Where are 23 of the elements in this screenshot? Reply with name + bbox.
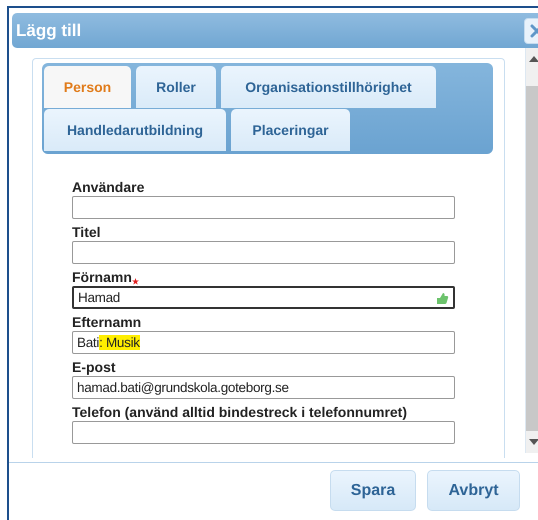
field-label: Telefon (använd alltid bindestreck i telefonnumret) <box>72 404 408 421</box>
input-field[interactable]: Bati: Musik <box>72 331 455 354</box>
save-button[interactable]: Spara <box>330 470 416 511</box>
input-field[interactable] <box>72 241 455 264</box>
field-label: E-post <box>72 359 117 376</box>
input-field[interactable] <box>72 421 455 444</box>
input-field[interactable] <box>72 196 455 219</box>
input-field[interactable]: hamad.bati@grundskola.goteborg.se <box>72 376 455 399</box>
tab[interactable]: Placeringar <box>231 109 350 151</box>
cancel-button[interactable]: Avbryt <box>427 470 520 511</box>
window-title: Lägg till <box>16 20 82 40</box>
scrollbar[interactable] <box>525 48 538 453</box>
required-icon <box>132 278 139 285</box>
tab[interactable]: Handledarutbildning <box>44 109 226 151</box>
field-label: Titel <box>72 224 102 241</box>
tab[interactable]: Roller <box>136 66 216 108</box>
field-label: Efternamn <box>72 314 142 331</box>
input-field[interactable]: Hamad <box>72 286 455 309</box>
tab[interactable]: Person <box>44 66 131 108</box>
tab[interactable]: Organisationstillhörighet <box>221 66 436 108</box>
field-label: Användare <box>72 179 146 196</box>
field-label: Förnamn <box>72 269 504 286</box>
thumb-icon <box>435 290 449 304</box>
